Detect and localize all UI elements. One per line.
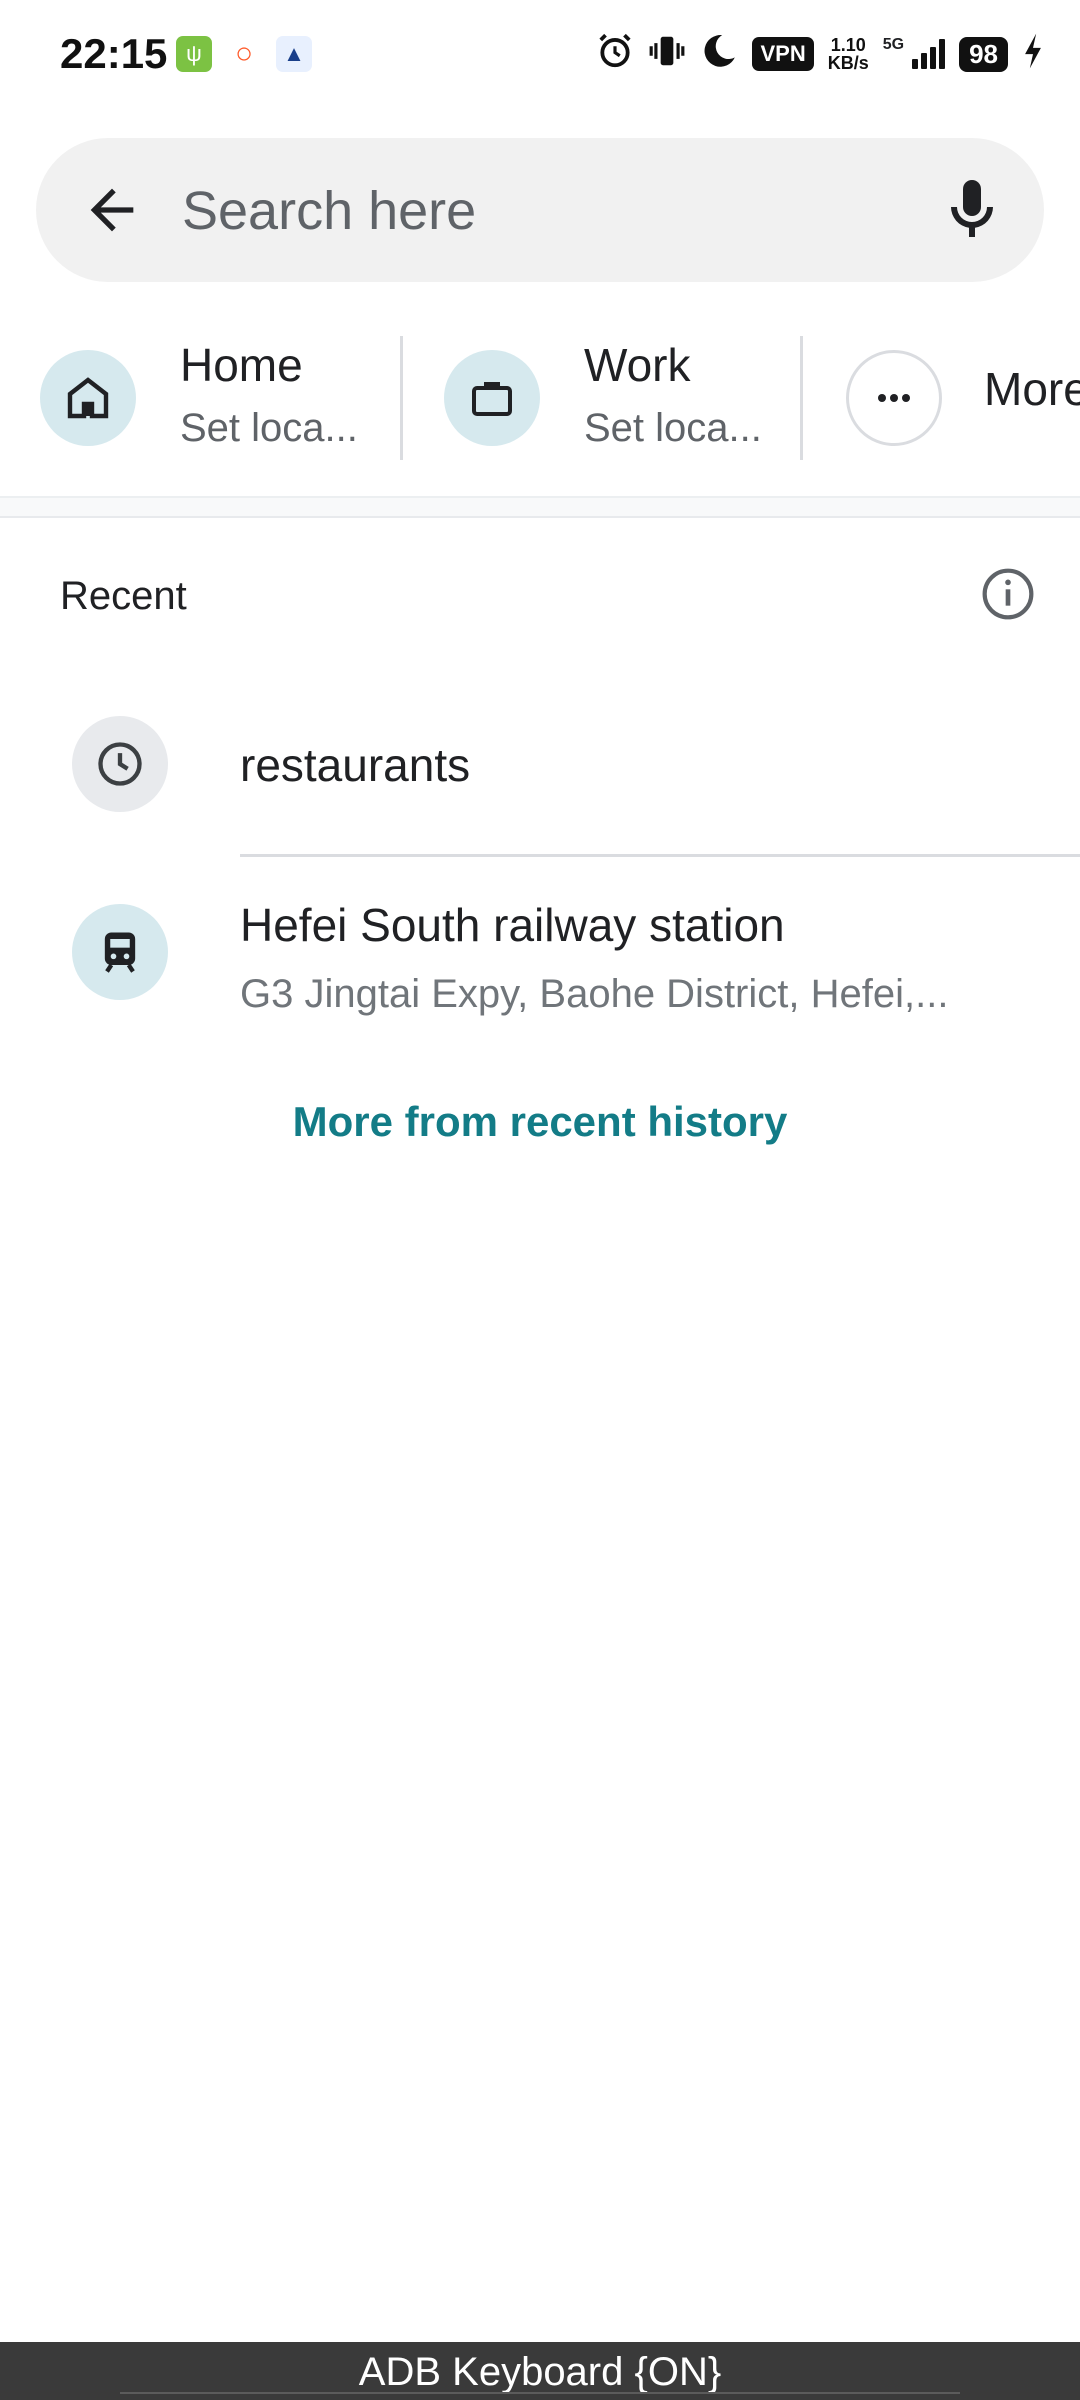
shortcut-divider [800, 336, 803, 460]
recent-item-restaurants[interactable]: restaurants [0, 700, 1080, 860]
vibrate-icon [648, 32, 686, 76]
cat-app-icon: ▲ [276, 36, 312, 72]
adb-keyboard-label: ADB Keyboard {ON} [358, 2350, 722, 2394]
net-speed-value: 1.10 [830, 35, 866, 55]
signal-icon [912, 39, 946, 69]
do-not-disturb-moon-icon [700, 32, 738, 76]
shortcut-home-subtitle: Set loca... [180, 406, 358, 450]
search-bar[interactable] [36, 138, 1044, 282]
battery-level: 98 [969, 38, 998, 69]
alarm-icon [596, 32, 634, 76]
shortcut-work[interactable]: Work Set loca... [444, 320, 800, 470]
recent-item-title: restaurants [240, 739, 471, 791]
more-dots-icon [846, 350, 942, 446]
shortcut-work-title: Work [584, 339, 691, 391]
shortcuts-row: Home Set loca... Work Set loca... More [0, 320, 1080, 470]
home-icon [40, 350, 136, 446]
history-clock-icon [72, 716, 168, 812]
recent-heading: Recent [60, 574, 187, 618]
briefcase-icon [444, 350, 540, 446]
voice-search-button[interactable] [936, 174, 1008, 246]
battery-icon: 98 [959, 36, 1008, 72]
system-icons: VPN 1.10 KB/s 5G 98 [596, 32, 1044, 76]
notification-icons: ψ ○ ▲ [176, 36, 312, 72]
net-speed-unit: KB/s [827, 53, 869, 73]
shortcut-more-title: More [984, 363, 1080, 415]
status-bar: 22:15 ψ ○ ▲ VPN 1.10 KB/s 5G 98 [0, 0, 1080, 112]
vpn-icon: VPN [752, 37, 814, 71]
recent-item-title: Hefei South railway station [240, 899, 785, 951]
mic-icon [951, 180, 993, 237]
shortcut-divider [400, 336, 403, 460]
network-type: 5G [882, 36, 905, 53]
shortcut-home-title: Home [180, 339, 303, 391]
usb-debug-icon: ψ [176, 36, 212, 72]
shortcut-more[interactable]: More [846, 320, 1080, 470]
status-time: 22:15 [60, 30, 168, 77]
shortcut-work-subtitle: Set loca... [584, 406, 762, 450]
orange-circle-app-icon: ○ [226, 36, 262, 72]
charging-bolt-icon [1022, 32, 1044, 76]
row-divider [240, 854, 1080, 857]
section-divider [0, 496, 1080, 518]
shortcut-home[interactable]: Home Set loca... [40, 320, 400, 470]
back-button[interactable] [80, 178, 144, 242]
back-arrow-icon [90, 188, 134, 232]
recent-info-button[interactable] [980, 566, 1036, 622]
net-speed: 1.10 KB/s [828, 36, 869, 72]
info-icon [982, 568, 1034, 620]
adb-keyboard-bar: ADB Keyboard {ON} [0, 2342, 1080, 2400]
search-input[interactable] [180, 172, 904, 250]
recent-item-hefei-south[interactable]: Hefei South railway station G3 Jingtai E… [0, 880, 1080, 1050]
train-icon [72, 904, 168, 1000]
recent-item-address: G3 Jingtai Expy, Baohe District, Hefei,.… [240, 972, 949, 1016]
more-from-recent-history-link[interactable]: More from recent history [0, 1098, 1080, 1146]
adb-bar-line [120, 2392, 960, 2394]
